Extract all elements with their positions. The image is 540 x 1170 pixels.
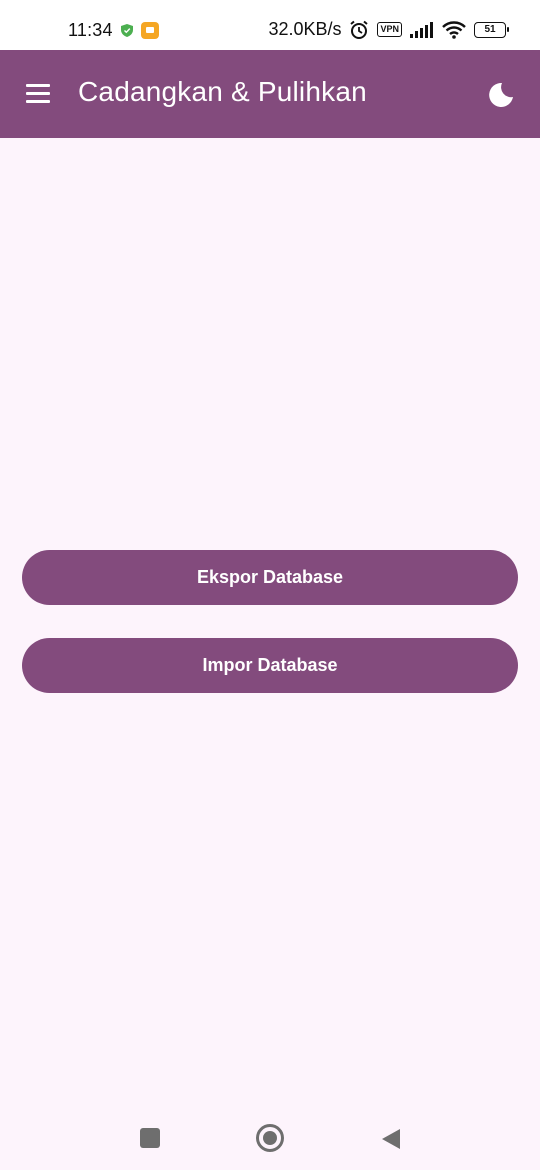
status-bar: 11:34 32.0KB/s VPN 51 — [0, 0, 540, 50]
status-right: 32.0KB/s VPN 51 — [268, 19, 509, 40]
import-database-button[interactable]: Impor Database — [22, 638, 518, 693]
page-title: Cadangkan & Pulihkan — [78, 76, 367, 107]
hamburger-menu-icon[interactable] — [24, 80, 54, 108]
recent-apps-icon[interactable] — [140, 1128, 160, 1148]
alarm-icon — [350, 20, 369, 39]
battery-icon: 51 — [474, 21, 509, 38]
vpn-badge: VPN — [377, 22, 402, 37]
network-speed: 32.0KB/s — [268, 19, 342, 39]
status-time: 11:34 — [68, 20, 113, 40]
moon-icon[interactable] — [486, 80, 516, 110]
message-notification-icon — [140, 22, 159, 39]
status-left: 11:34 — [68, 20, 159, 41]
home-icon[interactable] — [256, 1124, 284, 1152]
shield-icon — [120, 24, 133, 37]
export-database-button[interactable]: Ekspor Database — [22, 550, 518, 605]
navigation-bar — [0, 1105, 540, 1170]
back-icon[interactable] — [380, 1127, 402, 1151]
wifi-icon — [442, 20, 466, 39]
signal-icon — [410, 21, 433, 38]
app-bar: Cadangkan & Pulihkan — [0, 50, 540, 138]
